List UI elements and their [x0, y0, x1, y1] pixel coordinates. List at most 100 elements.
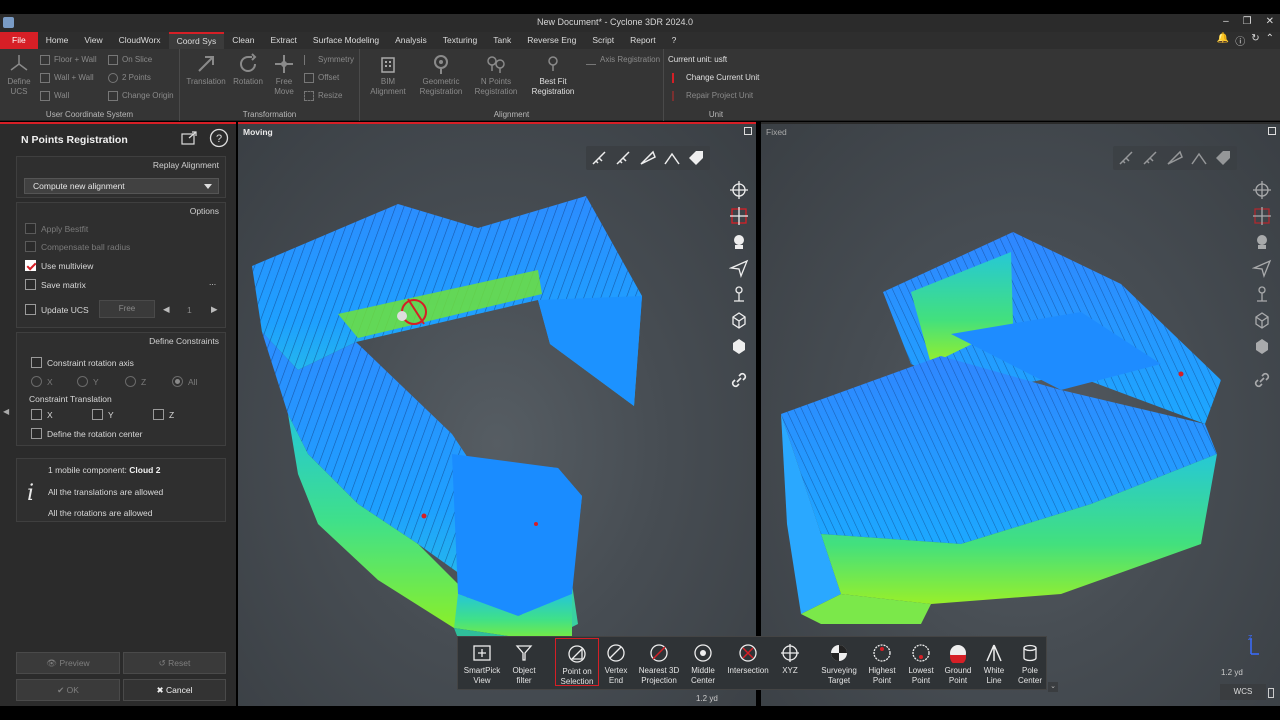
- floor-wall-button[interactable]: Floor + Wall: [40, 53, 97, 67]
- refresh-icon[interactable]: ↻: [1251, 33, 1259, 48]
- rotation-axis-y-radio[interactable]: [77, 376, 88, 387]
- cube-icon[interactable]: [729, 310, 749, 330]
- change-current-unit-button[interactable]: Change Current Unit: [672, 71, 759, 85]
- snap-smartpick-view[interactable]: SmartPick View: [460, 641, 504, 686]
- menu-file[interactable]: File: [0, 32, 38, 49]
- use-multiview-checkbox[interactable]: [25, 260, 36, 271]
- snap-intersection[interactable]: Intersection: [726, 641, 770, 676]
- crosshair-icon[interactable]: [729, 180, 749, 200]
- pin-icon[interactable]: [729, 284, 749, 304]
- measure-tool-3-icon[interactable]: [638, 149, 658, 167]
- on-slice-button[interactable]: On Slice: [108, 53, 152, 67]
- translation-button[interactable]: Translation: [186, 53, 226, 87]
- crosshair-icon[interactable]: [1252, 180, 1272, 200]
- snap-pole-center[interactable]: Pole Center: [1008, 641, 1052, 686]
- paper-plane-icon[interactable]: [728, 258, 749, 279]
- menu-surface-modeling[interactable]: Surface Modeling: [305, 32, 387, 49]
- free-button[interactable]: Free: [99, 300, 155, 318]
- snap-vertex-end[interactable]: Vertex End: [594, 641, 638, 686]
- snap-xyz[interactable]: XYZ: [768, 641, 812, 676]
- alignment-dropdown[interactable]: Compute new alignment: [24, 178, 219, 194]
- save-matrix-browse-button[interactable]: ...: [209, 277, 216, 287]
- measure-tool-3-icon[interactable]: [1165, 149, 1185, 167]
- measure-tool-icon[interactable]: [1117, 149, 1137, 167]
- best-fit-registration-button[interactable]: Best Fit Registration: [524, 53, 582, 97]
- snap-middle-center[interactable]: Middle Center: [681, 641, 725, 686]
- menu-help[interactable]: ?: [664, 32, 685, 49]
- wall-button[interactable]: Wall: [40, 89, 69, 103]
- measure-tool-2-icon[interactable]: [1141, 149, 1161, 167]
- menu-reverse-eng[interactable]: Reverse Eng: [519, 32, 584, 49]
- previous-arrow-icon[interactable]: ◀: [163, 304, 170, 315]
- two-points-button[interactable]: 2 Points: [108, 71, 151, 85]
- rotation-button[interactable]: Rotation: [230, 53, 266, 87]
- menu-report[interactable]: Report: [622, 32, 664, 49]
- target-select-icon[interactable]: [729, 206, 749, 226]
- measure-tool-2-icon[interactable]: [614, 149, 634, 167]
- popout-icon[interactable]: [180, 130, 198, 146]
- menu-tank[interactable]: Tank: [485, 32, 519, 49]
- pin-icon[interactable]: [1252, 284, 1272, 304]
- scanner-icon[interactable]: [1252, 232, 1272, 252]
- measure-tool-4-icon[interactable]: [1189, 149, 1209, 167]
- snap-object-filter[interactable]: Object filter: [502, 641, 546, 686]
- next-arrow-icon[interactable]: ▶: [211, 304, 218, 315]
- wall-wall-button[interactable]: Wall + Wall: [40, 71, 94, 85]
- translation-y-checkbox[interactable]: [92, 409, 103, 420]
- snap-point-on-selection[interactable]: Point on Selection: [555, 638, 599, 686]
- maximize-button[interactable]: ❐: [1243, 16, 1252, 27]
- translation-z-checkbox[interactable]: [153, 409, 164, 420]
- link-icon[interactable]: [729, 370, 749, 390]
- cube-edit-icon[interactable]: [729, 336, 749, 356]
- preview-button[interactable]: 👁 Preview: [16, 652, 120, 674]
- menu-home[interactable]: Home: [38, 32, 77, 49]
- menu-view[interactable]: View: [76, 32, 110, 49]
- snap-nearest-3d-projection[interactable]: Nearest 3D Projection: [635, 641, 683, 686]
- define-rotation-center-checkbox[interactable]: [31, 428, 42, 439]
- link-icon[interactable]: [1252, 370, 1272, 390]
- menu-analysis[interactable]: Analysis: [387, 32, 435, 49]
- change-origin-button[interactable]: Change Origin: [108, 89, 174, 103]
- target-select-icon[interactable]: [1252, 206, 1272, 226]
- close-button[interactable]: ✕: [1266, 16, 1274, 27]
- snap-surveying-target[interactable]: Surveying Target: [816, 641, 862, 686]
- cancel-button[interactable]: ✖ Cancel: [123, 679, 226, 701]
- tag-icon[interactable]: [1213, 149, 1233, 167]
- wcs-button[interactable]: WCS: [1220, 684, 1266, 700]
- menu-clean[interactable]: Clean: [224, 32, 262, 49]
- symmetry-button[interactable]: Symmetry: [304, 53, 354, 67]
- menu-texturing[interactable]: Texturing: [435, 32, 486, 49]
- collapse-ribbon-icon[interactable]: ⌃: [1266, 33, 1274, 48]
- cube-edit-icon[interactable]: [1252, 336, 1272, 356]
- reset-button[interactable]: ↺ Reset: [123, 652, 226, 674]
- define-ucs-button[interactable]: Define UCS: [4, 53, 34, 97]
- menu-extract[interactable]: Extract: [262, 32, 304, 49]
- paper-plane-icon[interactable]: [1251, 258, 1272, 279]
- scanner-icon[interactable]: [729, 232, 749, 252]
- geometric-registration-button[interactable]: Geometric Registration: [416, 53, 466, 97]
- snap-highest-point[interactable]: Highest Point: [860, 641, 904, 686]
- bell-icon[interactable]: 🔔: [1217, 33, 1229, 48]
- save-matrix-checkbox[interactable]: [25, 279, 36, 290]
- measure-tool-4-icon[interactable]: [662, 149, 682, 167]
- constraint-rotation-axis-checkbox[interactable]: [31, 357, 42, 368]
- moving-viewport[interactable]: Moving 1.2 yd: [238, 122, 756, 706]
- help-icon[interactable]: ?: [209, 128, 229, 148]
- translation-x-checkbox[interactable]: [31, 409, 42, 420]
- rotation-axis-x-radio[interactable]: [31, 376, 42, 387]
- compensate-ball-radius-checkbox[interactable]: [25, 241, 36, 252]
- info-icon[interactable]: ⓘ: [1235, 33, 1245, 48]
- free-move-button[interactable]: Free Move: [268, 53, 300, 97]
- apply-bestfit-checkbox[interactable]: [25, 223, 36, 234]
- measure-tool-icon[interactable]: [590, 149, 610, 167]
- resize-button[interactable]: Resize: [304, 89, 342, 103]
- repair-project-unit-button[interactable]: Repair Project Unit: [672, 89, 753, 103]
- update-ucs-checkbox[interactable]: [25, 304, 36, 315]
- tag-icon[interactable]: [686, 149, 706, 167]
- menu-cloudworx[interactable]: CloudWorx: [111, 32, 169, 49]
- wcs-toggle-icon[interactable]: [1268, 688, 1274, 698]
- menu-script[interactable]: Script: [584, 32, 622, 49]
- menu-coord-sys[interactable]: Coord Sys: [168, 32, 225, 49]
- n-points-registration-button[interactable]: N Points Registration: [472, 53, 520, 97]
- offset-button[interactable]: Offset: [304, 71, 339, 85]
